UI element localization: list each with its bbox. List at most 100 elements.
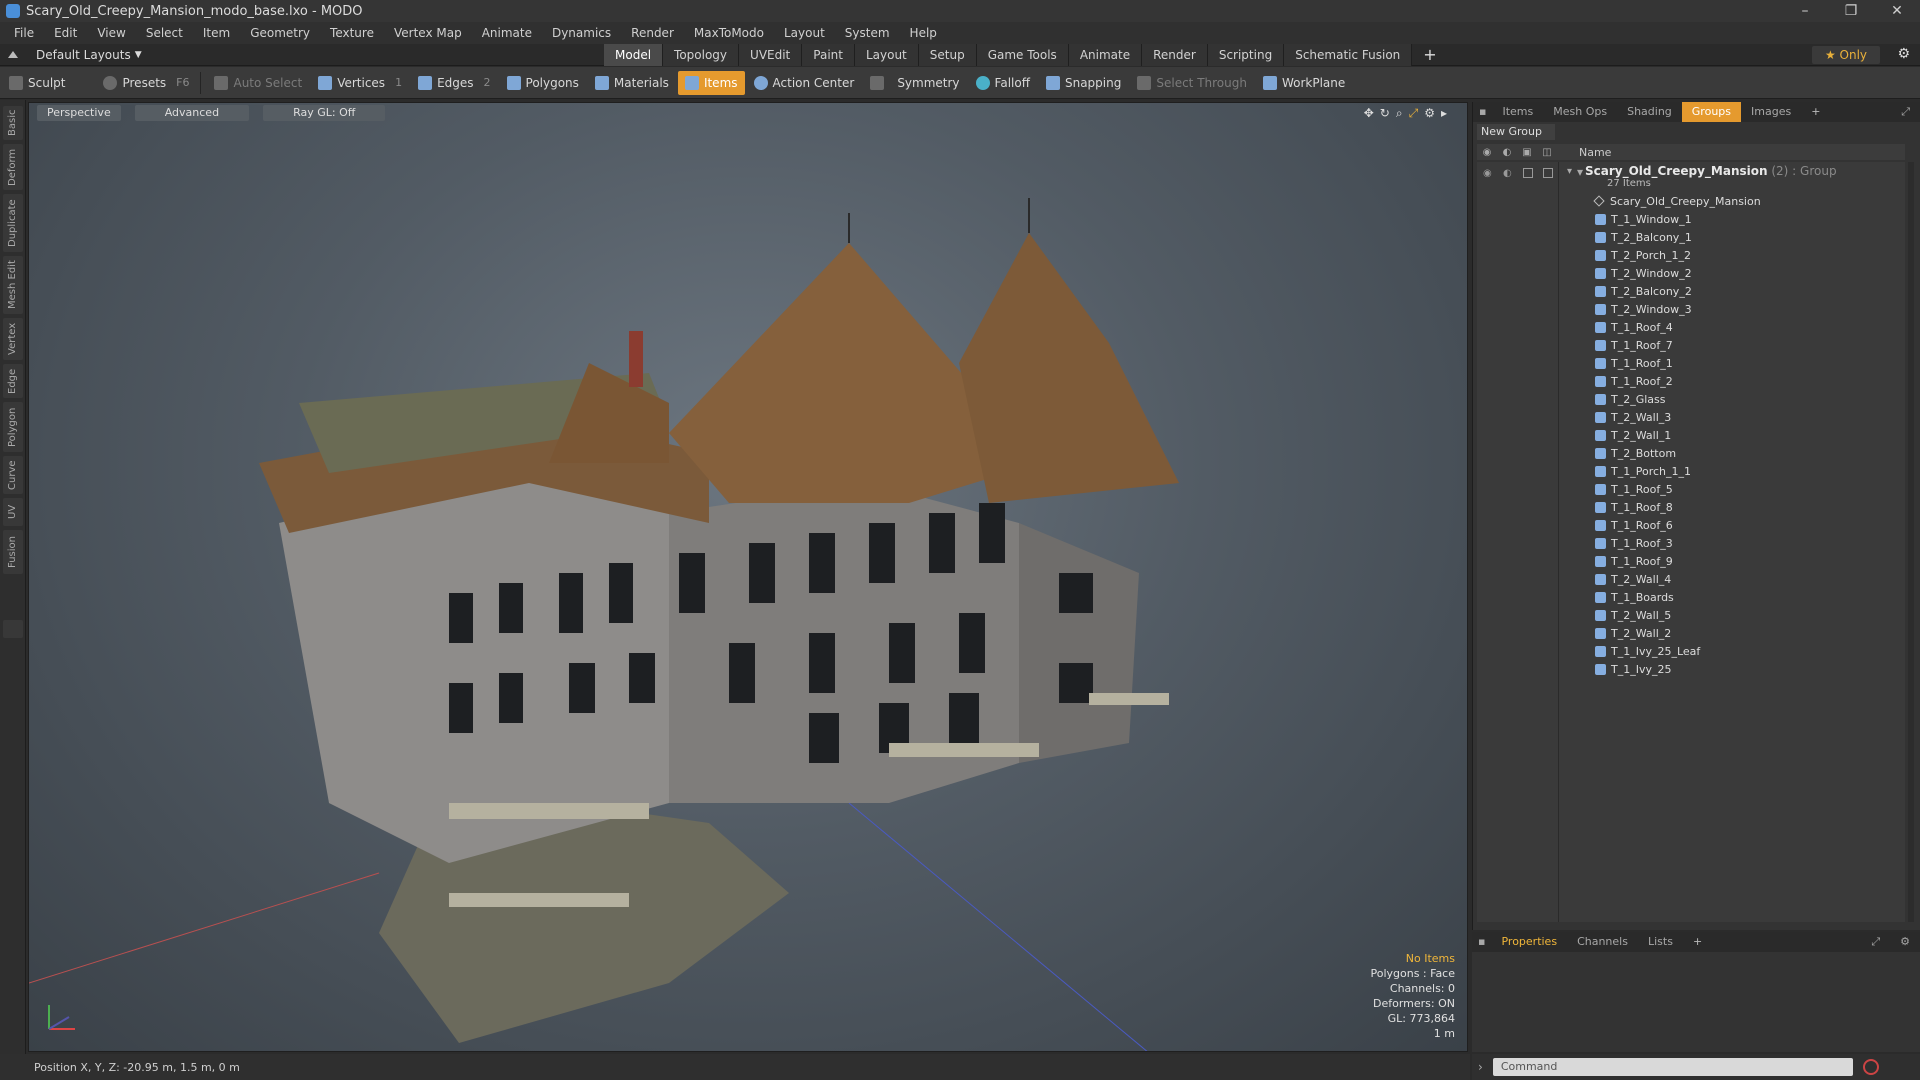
add-tab-icon[interactable]: + (1412, 44, 1447, 66)
tab-duplicate[interactable]: Duplicate (3, 194, 23, 252)
tab-schematic-fusion[interactable]: Schematic Fusion (1284, 44, 1413, 66)
tab-uv[interactable]: UV (3, 498, 23, 526)
bottom-panel-expand-icon[interactable]: ⤢ (1861, 932, 1890, 952)
symmetry-button[interactable]: Symmetry (863, 71, 966, 95)
tree-item[interactable]: T_1_Roof_3 (1595, 534, 1673, 552)
add-panel-tab-icon[interactable]: + (1801, 102, 1830, 122)
fit-view-icon[interactable]: ⤢ (1409, 106, 1419, 121)
expand-panel-icon[interactable] (3, 620, 23, 638)
tab-layout[interactable]: Layout (854, 44, 919, 66)
tab-lists[interactable]: Lists (1638, 932, 1683, 952)
tree-item[interactable]: T_2_Balcony_1 (1595, 228, 1692, 246)
menu-texture[interactable]: Texture (320, 26, 384, 40)
tab-paint[interactable]: Paint (802, 44, 855, 66)
tree-item[interactable]: T_1_Roof_4 (1595, 318, 1673, 336)
menu-view[interactable]: View (87, 26, 135, 40)
add-bottom-tab-icon[interactable]: + (1683, 932, 1712, 952)
group-render-toggle-icon[interactable]: ◐ (1503, 168, 1512, 179)
name-column-header[interactable]: Name (1579, 146, 1611, 159)
command-input[interactable]: Command (1492, 1058, 1853, 1076)
falloff-button[interactable]: Falloff (969, 71, 1037, 95)
group-visibility-eye-icon[interactable]: ◉ (1483, 168, 1492, 179)
auto-select-button[interactable]: Auto Select (207, 71, 309, 95)
tab-polygon[interactable]: Polygon (3, 402, 23, 452)
vertices-button[interactable]: Vertices 1 (311, 71, 409, 95)
restore-icon[interactable]: ❐ (1828, 0, 1874, 22)
move-view-icon[interactable]: ✥ (1364, 106, 1374, 121)
advanced-button[interactable]: Advanced (134, 105, 250, 121)
tree-item[interactable]: T_1_Roof_9 (1595, 552, 1673, 570)
gear-icon[interactable]: ⚙ (1897, 46, 1910, 62)
3d-viewport[interactable]: Perspective Advanced Ray GL: Off ✥ ↻ ⌕ ⤢… (28, 102, 1468, 1052)
menu-layout[interactable]: Layout (774, 26, 835, 40)
viewport-menu-arrow-icon[interactable]: ▸ (1441, 106, 1447, 121)
tree-item[interactable]: T_1_Roof_7 (1595, 336, 1673, 354)
menu-maxtomodo[interactable]: MaxToModo (684, 26, 774, 40)
tab-model[interactable]: Model (604, 44, 664, 66)
tree-item[interactable]: T_2_Wall_5 (1595, 606, 1671, 624)
tree-item[interactable]: Scary_Old_Creepy_Mansion (1593, 192, 1761, 210)
tree-item[interactable]: T_1_Roof_1 (1595, 354, 1673, 372)
tree-item[interactable]: T_1_Boards (1595, 588, 1674, 606)
tree-item[interactable]: T_2_Glass (1595, 390, 1666, 408)
eye-column-icon[interactable]: ◉ (1477, 147, 1497, 158)
tree-item[interactable]: T_2_Wall_2 (1595, 624, 1671, 642)
tab-edge[interactable]: Edge (3, 364, 23, 398)
tab-channels[interactable]: Channels (1567, 932, 1638, 952)
tree-item[interactable]: T_2_Wall_3 (1595, 408, 1671, 426)
tab-properties[interactable]: Properties (1491, 932, 1567, 952)
rotate-view-icon[interactable]: ↻ (1380, 106, 1390, 121)
collapse-icon[interactable] (8, 51, 18, 58)
group-root[interactable]: Scary_Old_Creepy_Mansion (2) : Group (1585, 164, 1837, 178)
tree-item[interactable]: T_1_Porch_1_1 (1595, 462, 1691, 480)
tree-item[interactable]: T_1_Roof_8 (1595, 498, 1673, 516)
tree-item[interactable]: T_2_Window_2 (1595, 264, 1692, 282)
tree-item[interactable]: T_1_Roof_2 (1595, 372, 1673, 390)
new-group-button[interactable]: New Group (1477, 124, 1555, 140)
tab-scripting[interactable]: Scripting (1207, 44, 1285, 66)
tab-curve[interactable]: Curve (3, 456, 23, 494)
panel-expand-icon[interactable]: ⤢ (1891, 102, 1920, 122)
group-select-checkbox[interactable] (1543, 168, 1553, 178)
tree-item[interactable]: T_1_Roof_6 (1595, 516, 1673, 534)
tree-item[interactable]: T_1_Ivy_25_Leaf (1595, 642, 1700, 660)
menu-edit[interactable]: Edit (44, 26, 87, 40)
tab-deform[interactable]: Deform (3, 144, 23, 190)
menu-help[interactable]: Help (900, 26, 947, 40)
menu-animate[interactable]: Animate (472, 26, 542, 40)
menu-item[interactable]: Item (193, 26, 240, 40)
menu-system[interactable]: System (835, 26, 900, 40)
select-through-button[interactable]: Select Through (1130, 71, 1254, 95)
tab-setup[interactable]: Setup (918, 44, 977, 66)
groups-scrollbar[interactable] (1908, 162, 1914, 922)
menu-dynamics[interactable]: Dynamics (542, 26, 621, 40)
edges-button[interactable]: Edges 2 (411, 71, 497, 95)
lock-column-icon[interactable]: ▣ (1517, 147, 1537, 158)
tab-shading[interactable]: Shading (1617, 102, 1682, 122)
close-icon[interactable]: ✕ (1874, 0, 1920, 22)
menu-file[interactable]: File (4, 26, 44, 40)
tab-fusion[interactable]: Fusion (3, 530, 23, 574)
perspective-button[interactable]: Perspective (37, 105, 121, 121)
tree-item[interactable]: T_2_Porch_1_2 (1595, 246, 1691, 264)
record-macro-icon[interactable] (1862, 1059, 1879, 1075)
tree-item[interactable]: T_2_Wall_4 (1595, 570, 1671, 588)
tab-animate[interactable]: Animate (1068, 44, 1143, 66)
tree-item[interactable]: T_1_Roof_5 (1595, 480, 1673, 498)
zoom-icon[interactable]: ⌕ (1396, 106, 1403, 121)
tree-item[interactable]: T_2_Balcony_2 (1595, 282, 1692, 300)
tab-items[interactable]: Items (1492, 102, 1543, 122)
sculpt-button[interactable]: Sculpt (2, 71, 72, 95)
bottom-panel-gear-icon[interactable]: ⚙ (1890, 932, 1920, 952)
tree-item[interactable]: T_2_Window_3 (1595, 300, 1692, 318)
panel-menu-icon[interactable]: ▪ (1473, 102, 1492, 122)
tree-item[interactable]: T_1_Ivy_25 (1595, 660, 1671, 678)
bottom-panel-menu-icon[interactable]: ▪ (1472, 932, 1491, 952)
only-toggle[interactable]: ★ Only (1812, 46, 1880, 64)
tab-groups[interactable]: Groups (1681, 102, 1742, 122)
tab-topology[interactable]: Topology (663, 44, 740, 66)
default-layouts-dropdown[interactable]: Default Layouts ▼ (8, 48, 142, 62)
tree-item[interactable]: T_2_Wall_1 (1595, 426, 1671, 444)
raygl-button[interactable]: Ray GL: Off (263, 105, 386, 121)
tab-game-tools[interactable]: Game Tools (976, 44, 1069, 66)
